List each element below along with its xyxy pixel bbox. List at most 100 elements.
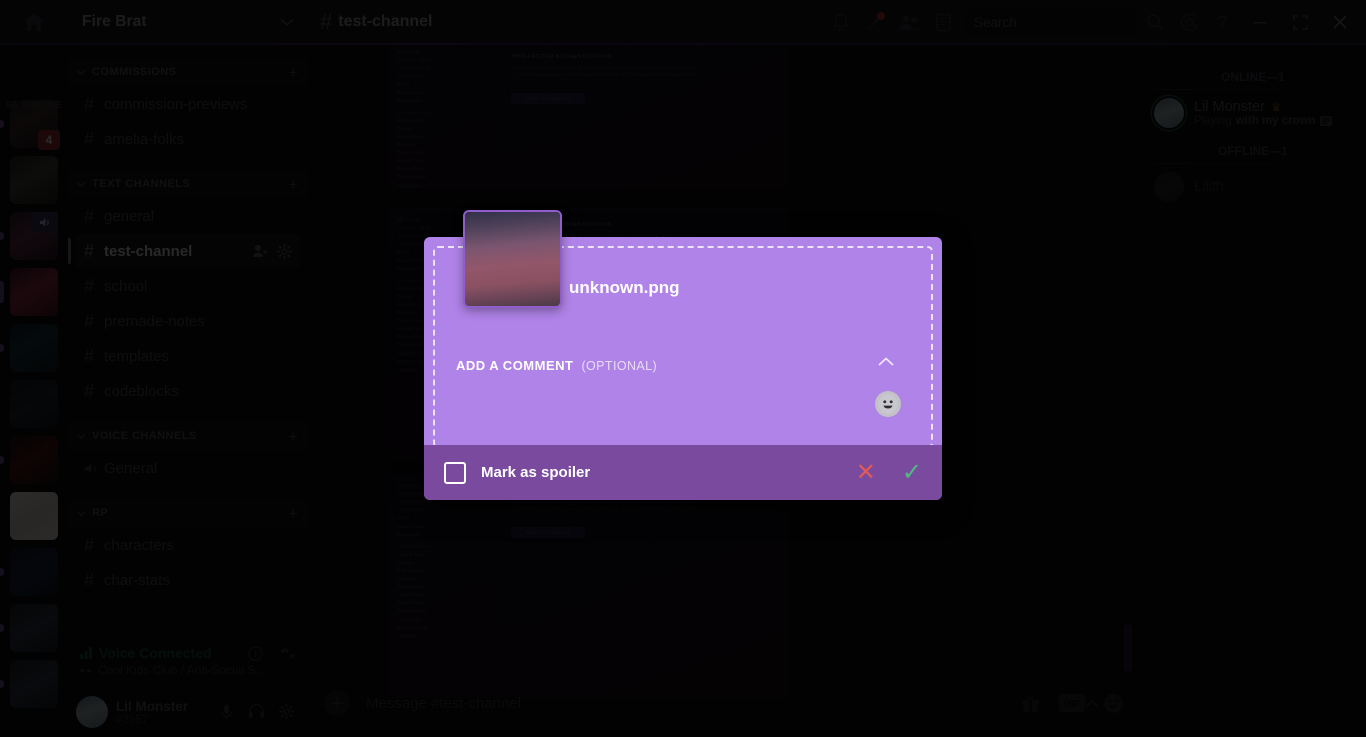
channel-label: school (104, 278, 147, 295)
sidebar-item-test-channel[interactable]: # test-channel (76, 234, 300, 268)
sidebar-item-commission-previews[interactable]: # commission-previews (76, 87, 300, 121)
plus-icon[interactable]: ＋ (324, 690, 350, 716)
settings-content: TWO-FACTOR AUTHENTICATIONProtect your Di… (501, 44, 789, 188)
channel-label: premade-notes (104, 313, 205, 330)
sidebar-item-codeblocks[interactable]: # codeblocks (76, 374, 300, 408)
plus-icon[interactable]: + (288, 64, 298, 81)
sidebar-item-characters[interactable]: # characters (76, 528, 300, 562)
message-input[interactable]: Message #test-channel (366, 695, 521, 712)
voice-channel-path: Cool Kids Club / Anti-Social S... (80, 663, 296, 677)
gear-icon[interactable] (277, 244, 292, 259)
minimize-button[interactable] (1240, 0, 1280, 44)
category-label: TEXT CHANNELS (92, 178, 288, 190)
inbox-icon[interactable] (926, 0, 960, 44)
close-button[interactable] (1320, 0, 1360, 44)
members-icon[interactable] (892, 0, 926, 44)
headphones-icon[interactable] (248, 704, 265, 720)
sidebar-item-general[interactable]: # general (76, 199, 300, 233)
settings-nav-item: Notifications (397, 134, 493, 139)
category-label: COMMISSIONS (92, 66, 288, 78)
cancel-upload-button[interactable]: ✕ (856, 461, 876, 485)
sidebar-item-General[interactable]: General (76, 451, 300, 485)
chat-scrollbar[interactable] (1124, 624, 1132, 672)
member-row-offline[interactable]: Lilith (1148, 166, 1358, 208)
server-icon[interactable] (10, 324, 58, 372)
chevron-down-icon (76, 69, 88, 76)
avatar (1154, 172, 1184, 202)
avatar[interactable] (76, 696, 108, 728)
current-username: Lil Monster (116, 699, 188, 714)
settings-nav-item: Keybinds (397, 576, 493, 581)
maximize-button[interactable] (1280, 0, 1320, 44)
server-icon[interactable] (10, 156, 58, 204)
avatar (1154, 98, 1184, 128)
server-icon[interactable] (10, 436, 58, 484)
confirm-upload-button[interactable]: ✓ (902, 461, 922, 485)
gift-icon[interactable] (1020, 693, 1041, 714)
settings-nav-item: HypeSquad (397, 532, 493, 537)
settings-nav-item: Notifications (397, 568, 493, 573)
server-unread-indicator (0, 456, 4, 464)
channel-label: char-stats (104, 572, 170, 589)
sidebar-item-amelia-folks[interactable]: # amelia-folks (76, 122, 300, 156)
activity-icon (1320, 116, 1332, 126)
home-icon[interactable] (0, 0, 68, 44)
attachment-thumbnail[interactable] (463, 210, 562, 308)
server-icon[interactable] (10, 492, 58, 540)
server-icon[interactable] (10, 380, 58, 428)
server-icon[interactable] (10, 548, 58, 596)
plus-icon[interactable]: + (288, 176, 298, 193)
server-icon[interactable] (10, 604, 58, 652)
plus-icon[interactable]: + (288, 428, 298, 445)
sidebar-item-char-stats[interactable]: # char-stats (76, 563, 300, 597)
emoji-icon[interactable] (1103, 693, 1124, 714)
unread-badge: 4 (38, 130, 60, 150)
channel-category[interactable]: VOICE CHANNELS + (68, 422, 308, 450)
server-header[interactable]: Fire Brat (68, 0, 308, 44)
help-icon[interactable]: ? (1206, 0, 1240, 44)
search-input[interactable]: Search (966, 9, 1136, 35)
hash-icon: # (84, 276, 104, 297)
plus-icon[interactable]: + (288, 505, 298, 522)
microphone-icon[interactable] (219, 704, 234, 720)
channel-category[interactable]: COMMISSIONS + (68, 58, 308, 86)
settings-nav-item: Activity Feed (397, 158, 493, 163)
add-person-icon[interactable] (252, 244, 269, 258)
settings-nav-item: Overlay (397, 560, 493, 565)
settings-nav-item: Billing (397, 515, 493, 520)
settings-nav-item: Game Activity (397, 584, 493, 589)
sidebar-item-templates[interactable]: # templates (76, 339, 300, 373)
search-icon[interactable] (1138, 0, 1172, 44)
channel-label: codeblocks (104, 383, 179, 400)
sidebar-item-premade-notes[interactable]: # premade-notes (76, 304, 300, 338)
upload-file-modal: unknown.png ADD A COMMENT (OPTIONAL) Mar… (424, 237, 942, 500)
spoiler-checkbox[interactable] (444, 462, 466, 484)
info-icon[interactable] (248, 646, 263, 661)
sidebar-item-school[interactable]: # school (76, 269, 300, 303)
settings-nav-item: Billing (397, 81, 493, 86)
server-icon[interactable] (10, 268, 58, 316)
server-unread-indicator (0, 344, 4, 352)
emoji-icon[interactable] (875, 391, 901, 417)
pin-icon[interactable] (858, 0, 892, 44)
message-attachment-image[interactable]: My Account Privacy & Safety Authorized App… (389, 44, 789, 188)
voice-channel-label: Cool Kids Club / Anti-Social S... (98, 663, 265, 677)
chevron-up-icon[interactable] (877, 356, 895, 367)
bell-icon[interactable] (824, 0, 858, 44)
gif-icon[interactable]: GIF (1059, 694, 1085, 712)
member-row-online[interactable]: Lil Monster ♛ Playing with my crown (1148, 92, 1358, 134)
server-icon[interactable] (10, 212, 58, 260)
member-offline-header: OFFLINE—1 (1140, 136, 1366, 164)
disconnect-call-icon[interactable] (279, 646, 296, 661)
server-unread-indicator (0, 568, 4, 576)
channel-category[interactable]: TEXT CHANNELS + (68, 170, 308, 198)
settings-nav-item: Voice & Video (397, 118, 493, 123)
active-channel-indicator (68, 238, 71, 264)
channel-label: test-channel (104, 243, 192, 260)
channel-category[interactable]: RP + (68, 499, 308, 527)
gear-icon[interactable] (279, 704, 294, 720)
mention-icon[interactable] (1172, 0, 1206, 44)
message-attachment-image[interactable]: My Account Privacy & Safety Authorized App… (389, 474, 789, 698)
server-icon[interactable] (10, 660, 58, 708)
header-accent-line (0, 43, 1366, 45)
